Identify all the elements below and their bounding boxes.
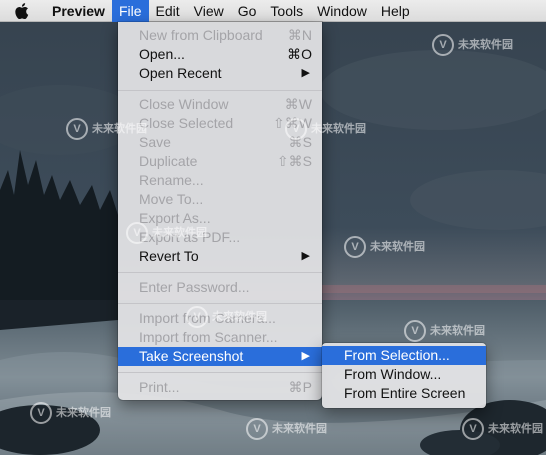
menu-help[interactable]: Help bbox=[374, 0, 417, 22]
menu-item-export-as[interactable]: Export As... bbox=[118, 209, 322, 228]
menu-item-revert-to[interactable]: Revert To ▶ bbox=[118, 247, 322, 266]
menu-separator bbox=[118, 372, 322, 373]
menu-separator bbox=[118, 272, 322, 273]
menu-file[interactable]: File bbox=[111, 0, 149, 22]
menu-item-import-from-scanner[interactable]: Import from Scanner... bbox=[118, 328, 322, 347]
menu-item-duplicate[interactable]: Duplicate ⇧⌘S bbox=[118, 152, 322, 171]
menu-item-open-recent[interactable]: Open Recent ▶ bbox=[118, 64, 322, 83]
menu-item-label: Move To... bbox=[139, 191, 204, 207]
menu-item-label: Import from Camera... bbox=[139, 310, 276, 326]
shortcut-label: ⌘O bbox=[287, 46, 312, 62]
menu-item-label: Import from Scanner... bbox=[139, 329, 278, 345]
submenu-arrow-icon: ▶ bbox=[301, 250, 310, 262]
take-screenshot-submenu: From Selection... From Window... From En… bbox=[322, 343, 486, 408]
menu-item-label: Close Window bbox=[139, 96, 229, 112]
shortcut-label: ⌘W bbox=[284, 96, 312, 112]
shortcut-label: ⌘P bbox=[288, 379, 312, 395]
menu-item-import-from-camera[interactable]: Import from Camera... bbox=[118, 309, 322, 328]
menu-separator bbox=[118, 303, 322, 304]
menu-item-close-selected[interactable]: Close Selected ⇧⌘W bbox=[118, 114, 322, 133]
menu-item-rename[interactable]: Rename... bbox=[118, 171, 322, 190]
menu-view[interactable]: View bbox=[187, 0, 231, 22]
menu-item-enter-password[interactable]: Enter Password... bbox=[118, 278, 322, 297]
file-menu-dropdown: New from Clipboard ⌘N Open... ⌘O Open Re… bbox=[118, 22, 322, 400]
menu-item-take-screenshot[interactable]: Take Screenshot ▶ bbox=[118, 347, 322, 366]
menu-go[interactable]: Go bbox=[231, 0, 264, 22]
menu-app-preview[interactable]: Preview bbox=[44, 0, 112, 22]
menu-item-label: Duplicate bbox=[139, 153, 198, 169]
shortcut-label: ⇧⌘W bbox=[273, 115, 312, 131]
submenu-item-from-window[interactable]: From Window... bbox=[322, 365, 486, 384]
menu-item-label: From Entire Screen bbox=[344, 385, 466, 401]
menu-item-open[interactable]: Open... ⌘O bbox=[118, 45, 322, 64]
menu-item-label: Revert To bbox=[139, 248, 199, 264]
menu-item-label: New from Clipboard bbox=[139, 27, 263, 43]
menu-item-label: Print... bbox=[139, 379, 180, 395]
shortcut-label: ⌘S bbox=[288, 134, 312, 150]
menu-item-label: Export As... bbox=[139, 210, 211, 226]
menu-window[interactable]: Window bbox=[310, 0, 374, 22]
menu-tools[interactable]: Tools bbox=[263, 0, 310, 22]
menu-item-move-to[interactable]: Move To... bbox=[118, 190, 322, 209]
submenu-arrow-icon: ▶ bbox=[301, 67, 310, 79]
menu-item-label: Rename... bbox=[139, 172, 204, 188]
menu-separator bbox=[118, 90, 322, 91]
menu-item-label: Enter Password... bbox=[139, 279, 250, 295]
menu-item-label: From Window... bbox=[344, 366, 442, 382]
menu-item-label: Export as PDF... bbox=[139, 229, 241, 245]
menu-item-label: From Selection... bbox=[344, 347, 450, 363]
menu-item-label: Close Selected bbox=[139, 115, 234, 131]
submenu-item-from-selection[interactable]: From Selection... bbox=[322, 346, 486, 365]
menu-item-print[interactable]: Print... ⌘P bbox=[118, 378, 322, 397]
menu-item-save[interactable]: Save ⌘S bbox=[118, 133, 322, 152]
menu-edit[interactable]: Edit bbox=[149, 0, 187, 22]
menu-bar: Preview File Edit View Go Tools Window H… bbox=[0, 0, 546, 22]
menu-item-label: Open... bbox=[139, 46, 185, 62]
shortcut-label: ⇧⌘S bbox=[276, 153, 312, 169]
submenu-item-from-entire-screen[interactable]: From Entire Screen bbox=[322, 384, 486, 403]
menu-item-close-window[interactable]: Close Window ⌘W bbox=[118, 95, 322, 114]
submenu-arrow-icon: ▶ bbox=[301, 350, 310, 362]
menu-item-label: Take Screenshot bbox=[139, 348, 244, 364]
menu-item-new-from-clipboard[interactable]: New from Clipboard ⌘N bbox=[118, 26, 322, 45]
menu-item-label: Open Recent bbox=[139, 65, 222, 81]
menu-item-label: Save bbox=[139, 134, 171, 150]
apple-menu-icon[interactable] bbox=[0, 0, 44, 22]
menu-item-export-as-pdf[interactable]: Export as PDF... bbox=[118, 228, 322, 247]
shortcut-label: ⌘N bbox=[287, 27, 312, 43]
